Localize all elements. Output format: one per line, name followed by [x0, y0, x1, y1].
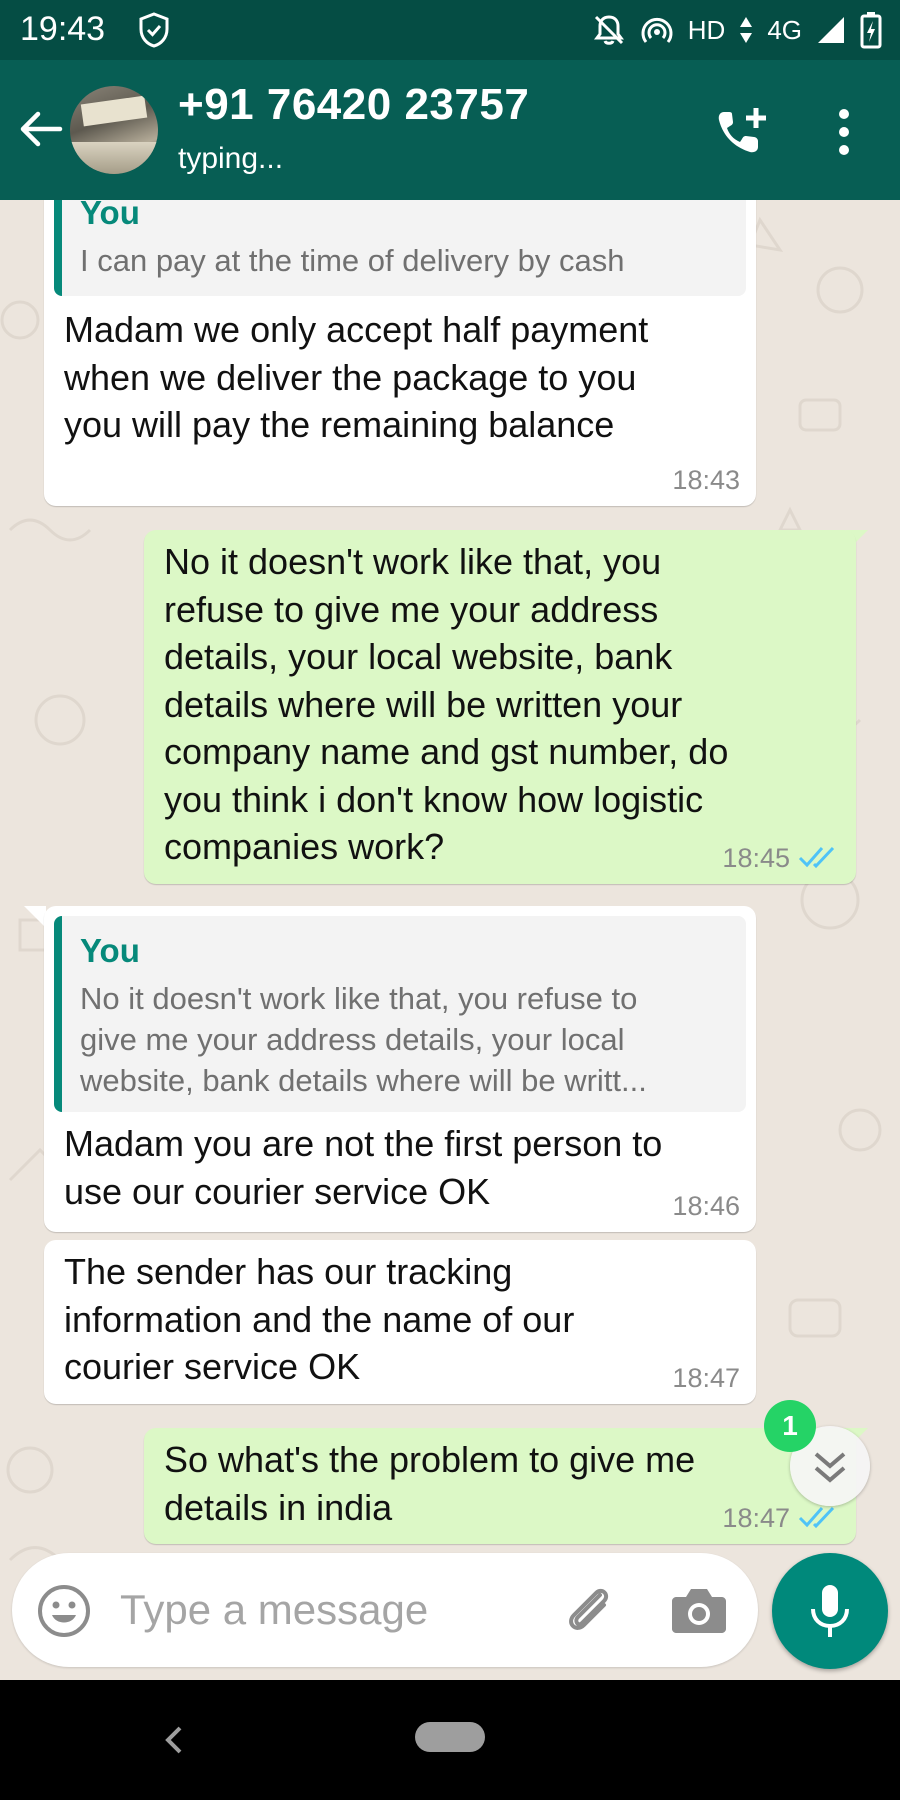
avatar-photo-sign: [80, 95, 148, 127]
camera-icon[interactable]: [670, 1583, 728, 1637]
message-text: No it doesn't work like that, you refuse…: [164, 541, 729, 867]
mute-icon: [593, 15, 624, 45]
message-composer: [12, 1553, 758, 1667]
hotspot-icon: [641, 17, 673, 43]
contact-name[interactable]: +91 76420 23757: [178, 80, 529, 130]
quote-author: You: [80, 200, 140, 231]
double-check-icon: [798, 1506, 835, 1529]
message-time: 18:43: [672, 465, 740, 495]
quote-text: I can pay at the time of delivery by cas…: [80, 243, 625, 278]
message-time: 18:45: [722, 843, 790, 873]
message-text: Madam we only accept half payment when w…: [64, 309, 649, 445]
nav-back-icon[interactable]: [156, 1718, 192, 1762]
system-nav-bar: [0, 1680, 900, 1800]
battery-icon: [860, 12, 882, 49]
quoted-message[interactable]: You No it doesn't work like that, you re…: [54, 916, 746, 1112]
quoted-message[interactable]: You I can pay at the time of delivery by…: [54, 200, 746, 296]
voice-message-button[interactable]: [772, 1553, 888, 1669]
nav-home-pill[interactable]: [415, 1722, 485, 1752]
network-hd-label: HD: [687, 14, 726, 45]
chat-area[interactable]: You I can pay at the time of delivery by…: [0, 200, 900, 1680]
status-time: 19:43: [20, 10, 106, 48]
back-arrow-icon[interactable]: [16, 104, 66, 154]
unread-count-badge: 1: [764, 1400, 816, 1452]
contact-status: typing...: [178, 142, 284, 175]
message-time: 18:47: [672, 1363, 740, 1393]
quote-text: No it doesn't work like that, you refuse…: [80, 981, 647, 1098]
network-type-label: 4G: [767, 14, 802, 45]
data-arrows-icon: [740, 17, 753, 43]
avatar-photo-floor: [70, 142, 158, 174]
add-call-icon[interactable]: [712, 104, 772, 160]
message-bubble-incoming[interactable]: The sender has our tracking information …: [44, 1240, 756, 1404]
status-icons: HD 4G: [592, 10, 882, 50]
message-bubble-incoming[interactable]: You No it doesn't work like that, you re…: [44, 906, 756, 1232]
message-time: 18:47: [722, 1503, 790, 1533]
signal-icon: [818, 17, 844, 43]
status-bar: 19:43 HD 4G: [0, 0, 900, 60]
double-check-icon: [798, 846, 835, 869]
message-bubble-outgoing[interactable]: No it doesn't work like that, you refuse…: [144, 530, 856, 884]
bubble-tail: [24, 906, 46, 928]
emoji-icon[interactable]: [36, 1583, 92, 1639]
avatar[interactable]: [70, 86, 158, 174]
quote-author: You: [80, 932, 140, 969]
more-vert-icon[interactable]: [826, 106, 862, 158]
message-bubble-incoming[interactable]: You I can pay at the time of delivery by…: [44, 200, 756, 506]
message-text: Madam you are not the first person to us…: [64, 1123, 663, 1212]
message-bubble-outgoing[interactable]: So what's the problem to give me details…: [144, 1428, 856, 1544]
mic-icon: [811, 1585, 849, 1637]
attach-icon[interactable]: [560, 1581, 620, 1641]
chat-header: +91 76420 23757 typing...: [0, 60, 900, 200]
message-time: 18:46: [672, 1191, 740, 1221]
shield-icon: [139, 12, 169, 48]
message-text: The sender has our tracking information …: [64, 1251, 575, 1387]
message-input[interactable]: [120, 1575, 560, 1645]
message-text: So what's the problem to give me details…: [164, 1439, 696, 1528]
